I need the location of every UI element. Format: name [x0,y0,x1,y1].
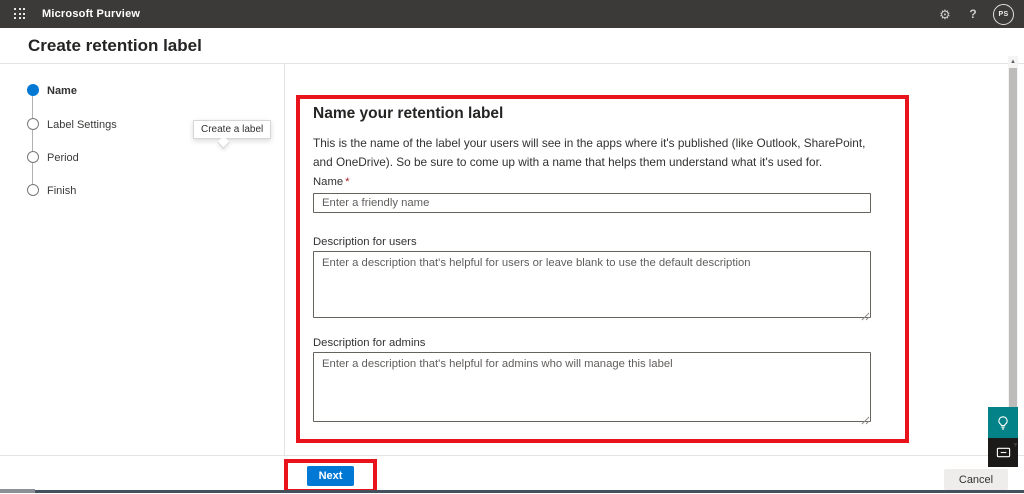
form-description: This is the name of the label your users… [313,136,866,169]
name-input[interactable] [313,193,871,213]
form-heading: Name your retention label [313,105,504,122]
scrollbar-thumb[interactable] [1009,68,1017,408]
window-bottom-edge-left [0,489,35,493]
waffle-grid-icon [14,8,26,20]
name-field-label: Name * [313,176,350,188]
settings-gear-icon[interactable]: ⚙ [933,2,957,26]
feedback-dropdown-caret-icon[interactable]: ▼ [1012,442,1019,449]
vertical-scrollbar[interactable]: ▲ [1008,56,1018,455]
scrollbar-up-arrow-icon[interactable]: ▲ [1008,58,1018,66]
feedback-chat-icon [996,447,1010,458]
users-desc-textarea[interactable] [313,251,871,318]
page-header: Create retention label [0,28,1024,64]
step-dot-name[interactable] [27,84,39,96]
required-asterisk: * [345,176,350,188]
users-desc-label: Description for users [313,236,417,248]
page-title: Create retention label [28,35,202,55]
step-label-settings[interactable]: Label Settings [47,119,117,131]
name-label-text: Name [313,176,344,188]
wizard-footer: Next Cancel [0,455,1024,494]
cancel-button[interactable]: Cancel [944,469,1008,490]
annotation-box-next: Next [284,459,377,493]
window-bottom-edge [35,490,1024,493]
admins-desc-textarea[interactable] [313,352,871,422]
user-avatar[interactable]: PS [993,3,1014,25]
app-launcher-icon[interactable] [6,0,34,28]
step-period[interactable]: Period [47,152,79,164]
next-button[interactable]: Next [307,466,354,486]
purview-window: Microsoft Purview ⚙ ? PS Create retentio… [0,0,1024,494]
app-title: Microsoft Purview [42,8,141,20]
lightbulb-icon [998,415,1008,429]
step-name[interactable]: Name [47,85,77,97]
step-dot-label-settings[interactable] [27,118,39,130]
step-dot-period[interactable] [27,151,39,163]
step-dot-finish[interactable] [27,184,39,196]
step-connector-line [32,90,33,190]
create-a-label-tooltip: Create a label [193,120,272,139]
top-app-bar: Microsoft Purview ⚙ ? PS [0,0,1024,28]
admins-desc-label: Description for admins [313,337,426,349]
step-finish[interactable]: Finish [47,185,76,197]
wizard-content-pane: Name your retention label This is the na… [286,64,1008,455]
topbar-actions: ⚙ ? PS [933,0,1020,28]
help-icon[interactable]: ? [961,2,985,26]
help-lightbulb-button[interactable] [988,407,1018,438]
wizard-steps-panel: Name Label Settings Period Finish Create… [0,64,285,455]
